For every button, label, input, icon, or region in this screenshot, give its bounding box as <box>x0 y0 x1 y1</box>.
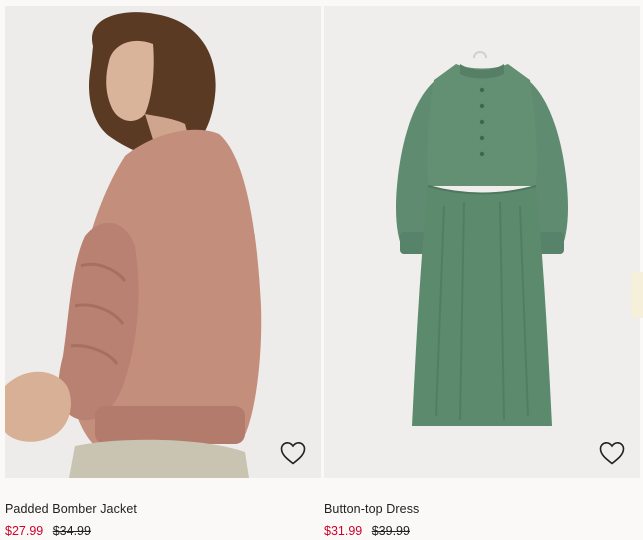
product-image-bomber-jacket[interactable] <box>5 6 321 478</box>
original-price: $34.99 <box>52 524 91 538</box>
sale-price: $31.99 <box>324 524 363 538</box>
product-grid: Padded Bomber Jacket $27.99 $34.99 Butto… <box>0 0 643 540</box>
feedback-tab[interactable] <box>631 272 643 318</box>
product-price: $31.99 $39.99 <box>324 524 410 538</box>
product-card-bomber-jacket[interactable]: Padded Bomber Jacket $27.99 $34.99 <box>5 0 321 540</box>
product-price: $27.99 $34.99 <box>5 524 91 538</box>
product-card-button-top-dress[interactable]: Button-top Dress $31.99 $39.99 <box>324 0 640 540</box>
product-title[interactable]: Padded Bomber Jacket <box>5 502 137 516</box>
favorite-heart-icon[interactable] <box>279 440 307 466</box>
product-image-button-top-dress[interactable] <box>324 6 640 478</box>
sale-price: $27.99 <box>5 524 44 538</box>
product-title[interactable]: Button-top Dress <box>324 502 419 516</box>
favorite-heart-icon[interactable] <box>598 440 626 466</box>
original-price: $39.99 <box>371 524 410 538</box>
